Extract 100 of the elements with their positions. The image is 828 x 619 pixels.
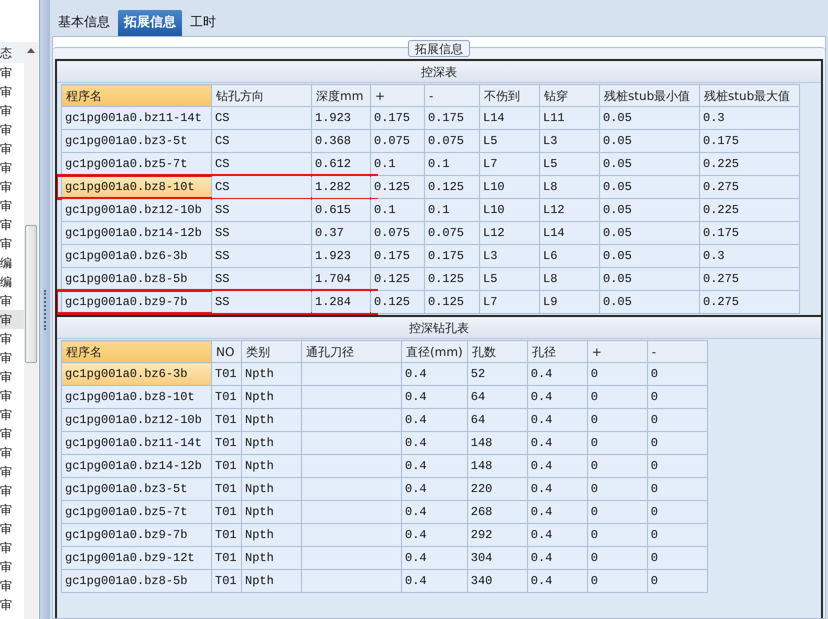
list-cell[interactable]: 审 — [0, 386, 24, 405]
column-header[interactable]: 钻孔方向 — [212, 84, 312, 106]
table-cell: T01 — [215, 574, 237, 588]
tab[interactable]: 工时 — [184, 10, 222, 36]
table-cell: 0.125 — [374, 180, 410, 194]
table-cell: SS — [215, 203, 230, 217]
scroll-up-icon[interactable] — [27, 48, 35, 53]
list-cell[interactable]: 审 — [0, 234, 24, 253]
table-cell: CS — [215, 134, 230, 148]
table-cell: 0.4 — [405, 528, 427, 542]
table-cell: Npth — [245, 459, 274, 473]
table-cell: 0 — [650, 459, 658, 473]
list-cell[interactable]: 审 — [0, 576, 24, 595]
scrollbar[interactable] — [24, 42, 38, 619]
column-header[interactable]: 孔数 — [467, 340, 528, 362]
table-cell: 0 — [650, 551, 658, 565]
column-header[interactable]: 通孔刀径 — [302, 340, 402, 362]
list-cell[interactable]: 审 — [0, 82, 24, 101]
table-cell: L7 — [483, 295, 498, 309]
list-cell[interactable]: 审 — [0, 481, 24, 500]
tab[interactable]: 拓展信息 — [118, 10, 182, 36]
list-cell[interactable]: 审 — [0, 424, 24, 443]
list-cell[interactable]: 审 — [0, 101, 24, 120]
list-cell[interactable]: 审 — [0, 291, 24, 310]
table-cell: 0 — [590, 413, 598, 427]
table-cell: 0.275 — [703, 272, 740, 286]
table-cell: 0.125 — [374, 272, 410, 286]
table-cell: 304 — [470, 551, 492, 565]
column-header[interactable]: + — [370, 84, 424, 106]
table-cell: 0.4 — [405, 505, 427, 519]
table-cell: 0.368 — [315, 134, 352, 148]
table-cell: 0.175 — [428, 111, 464, 125]
list-cell[interactable]: 审 — [0, 348, 24, 367]
list-cell[interactable]: 审 — [0, 443, 24, 462]
table-cell: 1.923 — [315, 249, 352, 263]
list-cell[interactable]: 审 — [0, 500, 24, 519]
column-header[interactable]: NO — [212, 340, 242, 362]
list-cell[interactable]: 审 — [0, 139, 24, 158]
table-cell: gc1pg001a0.bz5-7t — [65, 505, 188, 519]
column-header[interactable]: 程序名 — [62, 84, 212, 106]
list-cell[interactable]: 审 — [0, 329, 24, 348]
table-title: 控深钻孔表 — [57, 317, 821, 339]
table-cell: Npth — [245, 390, 274, 404]
table-cell: 148 — [470, 436, 492, 450]
table-cell: 0 — [650, 436, 658, 450]
list-cell[interactable]: 审 — [0, 595, 24, 614]
table-cell: 0.4 — [405, 367, 427, 381]
table-cell: 0.05 — [603, 111, 632, 125]
table-cell: 0.4 — [405, 482, 427, 496]
table-cell: gc1pg001a0.bz6-3b — [65, 367, 188, 381]
column-header[interactable]: 残桩stub最大值 — [700, 84, 800, 106]
table-cell: 0.175 — [703, 226, 740, 240]
list-cell[interactable]: 审 — [0, 120, 24, 139]
table-cell: 0 — [590, 390, 598, 404]
splitter[interactable] — [40, 0, 50, 619]
table-cell: 0.4 — [405, 436, 427, 450]
list-cell[interactable]: 审 — [0, 158, 24, 177]
table-cell: SS — [215, 272, 230, 286]
list-cell[interactable]: 审 — [0, 310, 24, 329]
column-header[interactable]: 钻穿 — [540, 84, 600, 106]
column-header[interactable]: 类别 — [242, 340, 302, 362]
group-title: 拓展信息 — [408, 40, 470, 57]
scroll-thumb[interactable] — [25, 225, 37, 363]
table-cell: L14 — [483, 111, 505, 125]
column-header[interactable]: - — [647, 340, 708, 362]
list-cell[interactable]: 编 — [0, 253, 24, 272]
list-cell[interactable]: 审 — [0, 367, 24, 386]
list-cell[interactable]: 审 — [0, 63, 24, 82]
column-header[interactable]: 孔径 — [527, 340, 588, 362]
table-cell: CS — [215, 180, 230, 194]
column-header[interactable]: - — [424, 84, 480, 106]
column-header[interactable]: 直径(mm) — [402, 340, 468, 362]
column-header[interactable]: 深度mm — [312, 84, 370, 106]
list-cell[interactable]: 审 — [0, 177, 24, 196]
table-cell: 0.05 — [603, 249, 632, 263]
table-cell: 0.075 — [374, 134, 410, 148]
column-header[interactable]: 态 — [0, 42, 24, 63]
table-cell: gc1pg001a0.bz8-10t — [65, 390, 195, 404]
table-cell: 0.175 — [703, 134, 740, 148]
column-header[interactable]: 残桩stub最小值 — [600, 84, 700, 106]
list-cell[interactable]: 编 — [0, 272, 24, 291]
column-header[interactable]: 不伤到 — [480, 84, 540, 106]
list-cell[interactable]: 审 — [0, 215, 24, 234]
list-cell[interactable]: 审 — [0, 519, 24, 538]
list-cell[interactable]: 审 — [0, 557, 24, 576]
table-cell: gc1pg001a0.bz12-10b — [65, 203, 202, 217]
list-cell[interactable]: 审 — [0, 196, 24, 215]
table-cell: 52 — [470, 367, 486, 381]
table-cell: 64 — [470, 413, 486, 427]
table-cell: 0.4 — [530, 459, 552, 473]
column-header[interactable]: + — [587, 340, 648, 362]
list-cell[interactable]: 审 — [0, 538, 24, 557]
list-cell[interactable]: 审 — [0, 405, 24, 424]
table-cell: gc1pg001a0.bz14-12b — [65, 226, 202, 240]
table-cell: 0.37 — [315, 226, 344, 240]
tab[interactable]: 基本信息 — [52, 10, 116, 36]
table-cell: Npth — [245, 574, 274, 588]
table-cell: 0.612 — [315, 157, 352, 171]
column-header[interactable]: 程序名 — [62, 340, 212, 362]
list-cell[interactable]: 审 — [0, 462, 24, 481]
